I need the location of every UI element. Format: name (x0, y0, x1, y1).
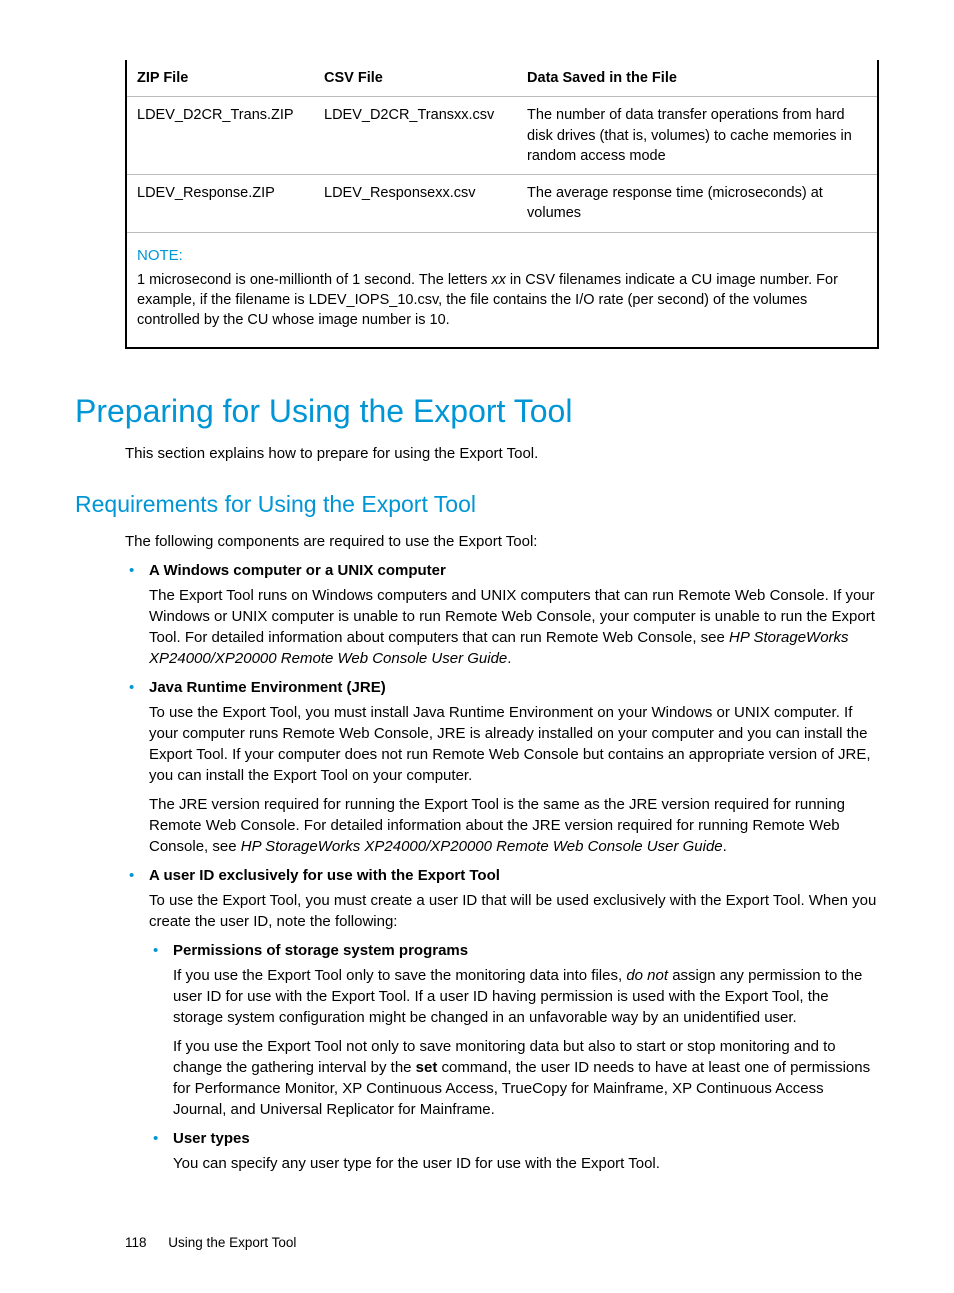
sub-title: User types (173, 1128, 879, 1149)
req-item-userid: A user ID exclusively for use with the E… (125, 865, 879, 1174)
note-label: NOTE: (137, 245, 867, 266)
table-header-row: ZIP File CSV File Data Saved in the File (126, 60, 878, 97)
req-title: Java Runtime Environment (JRE) (149, 677, 879, 698)
sub-item-permissions: Permissions of storage system programs I… (149, 940, 879, 1120)
cell-csv: LDEV_Responsexx.csv (314, 175, 517, 233)
document-page: ZIP File CSV File Data Saved in the File… (0, 0, 954, 1293)
text-seg: . (723, 838, 727, 855)
doc-title-italic: HP StorageWorks XP24000/XP20000 Remote W… (241, 838, 723, 855)
req-text: To use the Export Tool, you must create … (149, 890, 879, 932)
table-note-row: NOTE: 1 microsecond is one-millionth of … (126, 232, 878, 347)
note-xx: xx (491, 272, 506, 288)
req-title: A Windows computer or a UNIX computer (149, 560, 879, 581)
footer-title: Using the Export Tool (168, 1235, 296, 1250)
req-text: The Export Tool runs on Windows computer… (149, 585, 879, 669)
col-header-desc: Data Saved in the File (517, 60, 878, 97)
requirements-list: A Windows computer or a UNIX computer Th… (125, 560, 879, 1174)
note-text: 1 microsecond is one-millionth of 1 seco… (137, 270, 867, 331)
heading-preparing: Preparing for Using the Export Tool (75, 389, 879, 434)
sub-text: If you use the Export Tool not only to s… (173, 1036, 879, 1120)
set-bold: set (416, 1059, 438, 1076)
text-seg: If you use the Export Tool only to save … (173, 967, 626, 984)
page-footer: 118 Using the Export Tool (125, 1234, 879, 1253)
cell-zip: LDEV_D2CR_Trans.ZIP (126, 97, 314, 175)
req-text: To use the Export Tool, you must install… (149, 702, 879, 786)
req-title: A user ID exclusively for use with the E… (149, 865, 879, 886)
req-item-jre: Java Runtime Environment (JRE) To use th… (125, 677, 879, 857)
col-header-csv: CSV File (314, 60, 517, 97)
table-row: LDEV_D2CR_Trans.ZIP LDEV_D2CR_Transxx.cs… (126, 97, 878, 175)
cell-desc: The number of data transfer operations f… (517, 97, 878, 175)
text-seg: . (507, 650, 511, 667)
req-text: The JRE version required for running the… (149, 794, 879, 857)
heading-requirements: Requirements for Using the Export Tool (75, 488, 879, 520)
file-table: ZIP File CSV File Data Saved in the File… (125, 60, 879, 349)
requirements-intro: The following components are required to… (125, 531, 879, 552)
sub-item-usertypes: User types You can specify any user type… (149, 1128, 879, 1174)
table-row: LDEV_Response.ZIP LDEV_Responsexx.csv Th… (126, 175, 878, 233)
sub-text: If you use the Export Tool only to save … (173, 965, 879, 1028)
do-not-italic: do not (626, 967, 668, 984)
preparing-intro: This section explains how to prepare for… (125, 443, 879, 464)
col-header-zip: ZIP File (126, 60, 314, 97)
sub-title: Permissions of storage system programs (173, 940, 879, 961)
cell-zip: LDEV_Response.ZIP (126, 175, 314, 233)
req-item-computer: A Windows computer or a UNIX computer Th… (125, 560, 879, 669)
page-number: 118 (125, 1234, 147, 1253)
cell-csv: LDEV_D2CR_Transxx.csv (314, 97, 517, 175)
note-pre: 1 microsecond is one-millionth of 1 seco… (137, 272, 491, 288)
sub-text: You can specify any user type for the us… (173, 1153, 879, 1174)
cell-desc: The average response time (microseconds)… (517, 175, 878, 233)
userid-sublist: Permissions of storage system programs I… (149, 940, 879, 1174)
